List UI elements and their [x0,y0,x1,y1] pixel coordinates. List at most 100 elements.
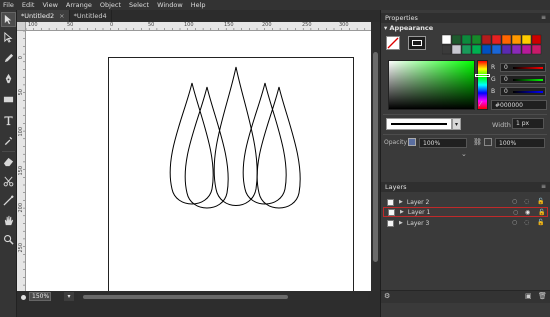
no-fill-icon [387,37,399,49]
blue-value-input[interactable]: 0 [500,86,546,96]
new-layer-icon[interactable]: ▣ [525,292,532,300]
layer-row[interactable]: ▶ Layer 2 ○ ◌ 🔓 [383,197,548,207]
trash-icon[interactable]: 🗑 [538,292,547,300]
color-swatch[interactable] [521,34,532,45]
menu-arrange[interactable]: Arrange [66,1,92,9]
menu-edit[interactable]: Edit [22,1,35,9]
teardrop-shape[interactable] [256,86,301,209]
direct-select-tool-icon[interactable] [1,30,16,45]
menu-object[interactable]: Object [100,1,121,9]
line-tool-icon[interactable] [1,193,16,208]
eye-icon[interactable]: ◉ [525,209,530,216]
menu-select[interactable]: Select [129,1,149,9]
eyedropper-icon[interactable]: ⁄ [480,100,481,108]
color-swatch[interactable] [531,44,542,55]
eyedropper-tool-icon[interactable] [1,133,16,148]
lock-icon[interactable]: 🔓 [538,209,545,216]
layer-target-icon[interactable]: ○ [512,198,517,205]
layer-visibility-checkbox[interactable] [388,208,395,216]
zoom-tool-icon[interactable] [1,232,16,247]
stroke-width-input[interactable]: 1 px [512,118,544,129]
lock-icon[interactable]: 🔓 [537,198,544,205]
expand-layer-icon[interactable]: ▶ [400,209,404,215]
pencil-tool-icon[interactable] [1,51,16,66]
stroke-color-swatch[interactable] [408,36,426,50]
rectangle-tool-icon[interactable] [1,92,16,107]
layer-visibility-icon[interactable]: ◌ [524,219,529,226]
color-swatch[interactable] [531,34,542,45]
tab-untitled2[interactable]: *Untitled2 × [17,10,70,22]
hue-pointer[interactable] [475,74,490,77]
lock-icon[interactable]: 🔓 [537,219,544,226]
color-swatch[interactable] [461,34,472,45]
color-swatch[interactable] [521,44,532,55]
appearance-section-title[interactable]: ▾ Appearance [384,24,433,32]
color-swatch[interactable] [501,44,512,55]
color-swatch[interactable] [481,44,492,55]
menu-view[interactable]: View [42,1,57,9]
color-swatch[interactable] [461,44,472,55]
green-value-input[interactable]: 0 [500,74,546,84]
expand-chevron-icon[interactable]: ⌄ [461,150,467,158]
vertical-scroll-thumb[interactable] [373,52,378,262]
color-swatch[interactable] [451,44,462,55]
drawing-canvas[interactable] [26,31,371,291]
horizontal-scrollbar[interactable] [78,294,368,300]
layer-target-icon[interactable]: ○ [512,219,517,226]
chevron-down-icon[interactable]: ▾ [452,118,461,130]
menu-window[interactable]: Window [157,1,183,9]
select-tool-icon[interactable] [1,12,16,27]
panel-options-icon[interactable]: ≡ [541,183,546,190]
layer-row[interactable]: ▶ Layer 1 ○ ◉ 🔓 [383,207,548,217]
color-swatch[interactable] [501,34,512,45]
layer-visibility-checkbox[interactable] [387,198,394,206]
red-value-input[interactable]: 0 [500,62,546,72]
hex-color-input[interactable]: #000000 [491,100,547,110]
color-swatch[interactable] [471,34,482,45]
stroke-preview [391,123,447,125]
color-swatch[interactable] [471,44,482,55]
stroke-opacity-input[interactable]: 100% [495,138,545,148]
layer-row[interactable]: ▶ Layer 3 ○ ◌ 🔓 [383,218,548,228]
scissors-tool-icon[interactable] [1,174,16,189]
gear-icon[interactable]: ⚙ [384,292,390,300]
expand-layer-icon[interactable]: ▶ [399,199,403,205]
eraser-tool-icon[interactable] [1,154,16,169]
fill-opacity-input[interactable]: 100% [419,138,467,148]
section-label: Appearance [389,24,434,32]
horizontal-scroll-thumb[interactable] [83,295,288,299]
vertical-scrollbar[interactable] [371,22,380,292]
expand-layer-icon[interactable]: ▶ [399,220,403,226]
link-icon[interactable]: ⛓ [473,138,482,146]
color-picker-area[interactable] [388,60,475,110]
layer-visibility-icon[interactable]: ◌ [524,198,529,205]
color-swatch[interactable] [442,34,452,45]
text-tool-icon[interactable] [1,113,16,128]
tab-untitled4[interactable]: *Untitled4 [70,10,112,22]
layer-visibility-checkbox[interactable] [387,219,394,227]
hue-slider[interactable] [477,60,488,110]
color-swatch[interactable] [511,44,522,55]
teardrop-shape[interactable] [169,82,214,205]
layer-target-icon[interactable]: ○ [513,209,518,216]
hand-tool-icon[interactable] [1,213,16,228]
color-swatch[interactable] [491,34,502,45]
color-swatch[interactable] [442,44,452,55]
channel-value: 0 [504,75,508,83]
color-swatch[interactable] [491,44,502,55]
stroke-style-select[interactable] [386,118,452,130]
chevron-down-icon[interactable]: ▾ [64,292,74,301]
fill-color-swatch[interactable] [386,36,400,50]
tab-close-icon[interactable]: × [59,12,64,20]
color-swatch[interactable] [451,34,462,45]
menu-file[interactable]: File [3,1,14,9]
color-swatch[interactable] [511,34,522,45]
panel-options-icon[interactable]: ≡ [541,14,546,21]
teardrop-shape[interactable] [242,82,287,205]
pen-tool-icon[interactable] [1,71,16,86]
teardrop-shape[interactable] [213,66,258,206]
color-swatch[interactable] [481,34,492,45]
teardrop-shape[interactable] [184,86,229,209]
menu-help[interactable]: Help [191,1,206,9]
zoom-level-field[interactable]: 150% [29,292,51,301]
